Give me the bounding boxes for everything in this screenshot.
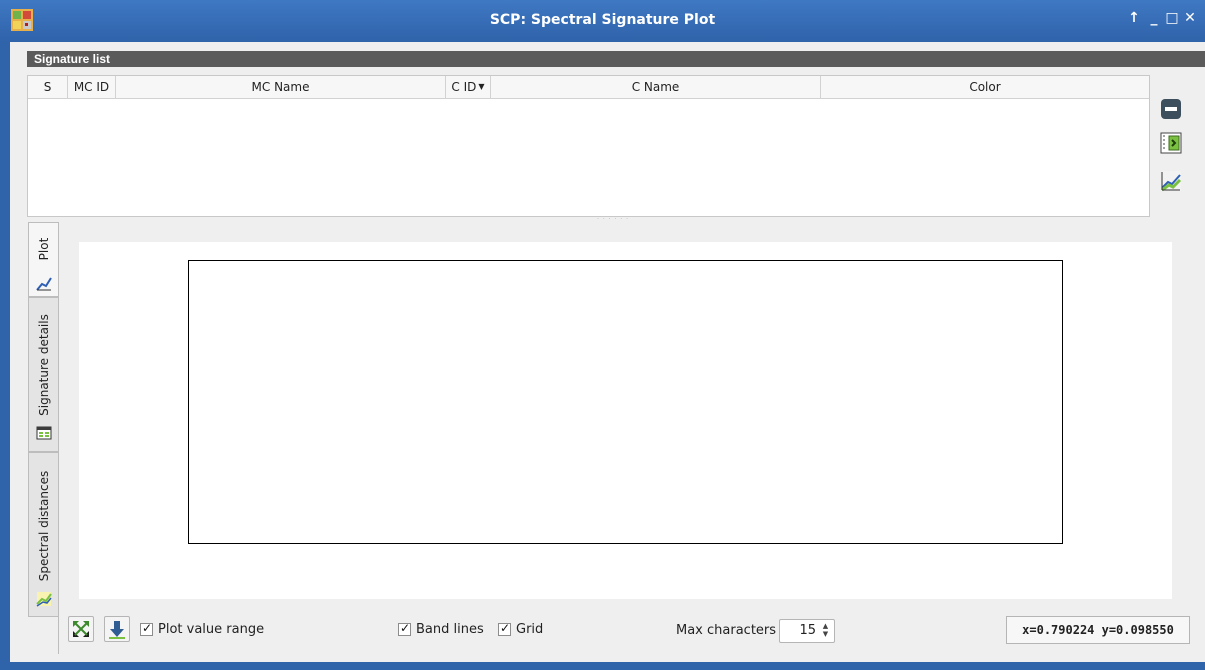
pin-icon[interactable]: ↑ (1126, 10, 1142, 26)
window-frame-bottom (0, 662, 1205, 670)
download-arrow-icon (109, 621, 125, 639)
column-header-label: C Name (631, 80, 680, 94)
plot-canvas[interactable] (79, 242, 1172, 599)
import-icon (1160, 132, 1182, 154)
checkbox-checked[interactable] (140, 621, 153, 636)
column-header-label: Color (969, 80, 1001, 94)
plot-value-range-checkbox[interactable]: Plot value range (140, 621, 265, 637)
column-header-color[interactable]: Color (821, 76, 1149, 98)
max-characters-label: Max characters (676, 623, 777, 638)
checkbox-label: Plot value range (158, 622, 265, 637)
distance-icon (36, 592, 52, 607)
import-signature-button[interactable] (1158, 130, 1184, 156)
close-icon[interactable]: ✕ (1182, 10, 1198, 26)
cursor-coordinates: x=0.790224 y=0.098550 (1006, 616, 1190, 644)
minimize-icon[interactable]: _ (1146, 10, 1162, 26)
fit-to-data-button[interactable] (68, 616, 94, 642)
spinbox-value[interactable]: 15 (799, 623, 816, 638)
tab-label: Signature details (36, 314, 51, 417)
plot-tab-icon (36, 277, 52, 291)
remove-icon (1161, 99, 1181, 119)
column-header-mc-id[interactable]: MC ID (68, 76, 116, 98)
splitter-handle[interactable]: · · · · · · (597, 216, 629, 223)
checkbox-checked[interactable] (398, 621, 411, 636)
tab-label: Spectral distances (36, 471, 51, 582)
plot-controls-bar: Plot value range Band lines Grid Max cha… (68, 614, 1198, 650)
fit-expand-icon (73, 621, 89, 637)
main-content: Signature list S MC ID MC Name C ID ▼ C N… (10, 42, 1205, 662)
maximize-icon[interactable]: □ (1164, 10, 1180, 26)
window-frame-left (0, 42, 10, 670)
checkbox-checked[interactable] (498, 621, 511, 636)
title-bar: SCP: Spectral Signature Plot ↑ _ □ ✕ (0, 0, 1205, 42)
plot-icon (1161, 171, 1182, 192)
column-header-c-name[interactable]: C Name (491, 76, 821, 98)
table-header: S MC ID MC Name C ID ▼ C Name Color (28, 76, 1149, 99)
tab-signature-details[interactable]: Signature details (28, 297, 58, 452)
band-lines-checkbox[interactable]: Band lines (398, 621, 484, 637)
add-to-plot-button[interactable] (1158, 168, 1184, 194)
plot-axes-frame (188, 260, 1063, 544)
max-characters-spinbox[interactable]: 15 ▲ ▼ (779, 619, 835, 643)
signature-list-header: Signature list (27, 51, 1205, 67)
signature-table[interactable]: S MC ID MC Name C ID ▼ C Name Color (27, 75, 1150, 217)
checkbox-label: Grid (516, 622, 544, 637)
window-title: SCP: Spectral Signature Plot (489, 12, 716, 28)
tab-panel-border (58, 222, 59, 654)
table-icon (36, 426, 52, 440)
spin-arrows-icon[interactable]: ▲ ▼ (819, 622, 832, 640)
column-header-mc-name[interactable]: MC Name (116, 76, 446, 98)
sort-descending-icon: ▼ (478, 82, 485, 91)
column-header-s[interactable]: S (28, 76, 68, 98)
tab-plot[interactable]: Plot (28, 222, 58, 297)
checkbox-label: Band lines (416, 622, 484, 637)
save-plot-button[interactable] (104, 616, 130, 642)
vertical-tab-bar: Plot Signature details Spectral distance… (28, 222, 58, 622)
remove-signature-button[interactable] (1158, 96, 1184, 122)
column-header-c-id[interactable]: C ID ▼ (446, 76, 491, 98)
column-header-label: MC ID (73, 80, 110, 94)
column-header-label: C ID (451, 80, 477, 94)
tab-label: Plot (36, 237, 51, 261)
column-header-label: MC Name (251, 80, 310, 94)
column-header-label: S (43, 80, 52, 94)
grid-checkbox[interactable]: Grid (498, 621, 544, 637)
tab-spectral-distances[interactable]: Spectral distances (28, 452, 58, 617)
